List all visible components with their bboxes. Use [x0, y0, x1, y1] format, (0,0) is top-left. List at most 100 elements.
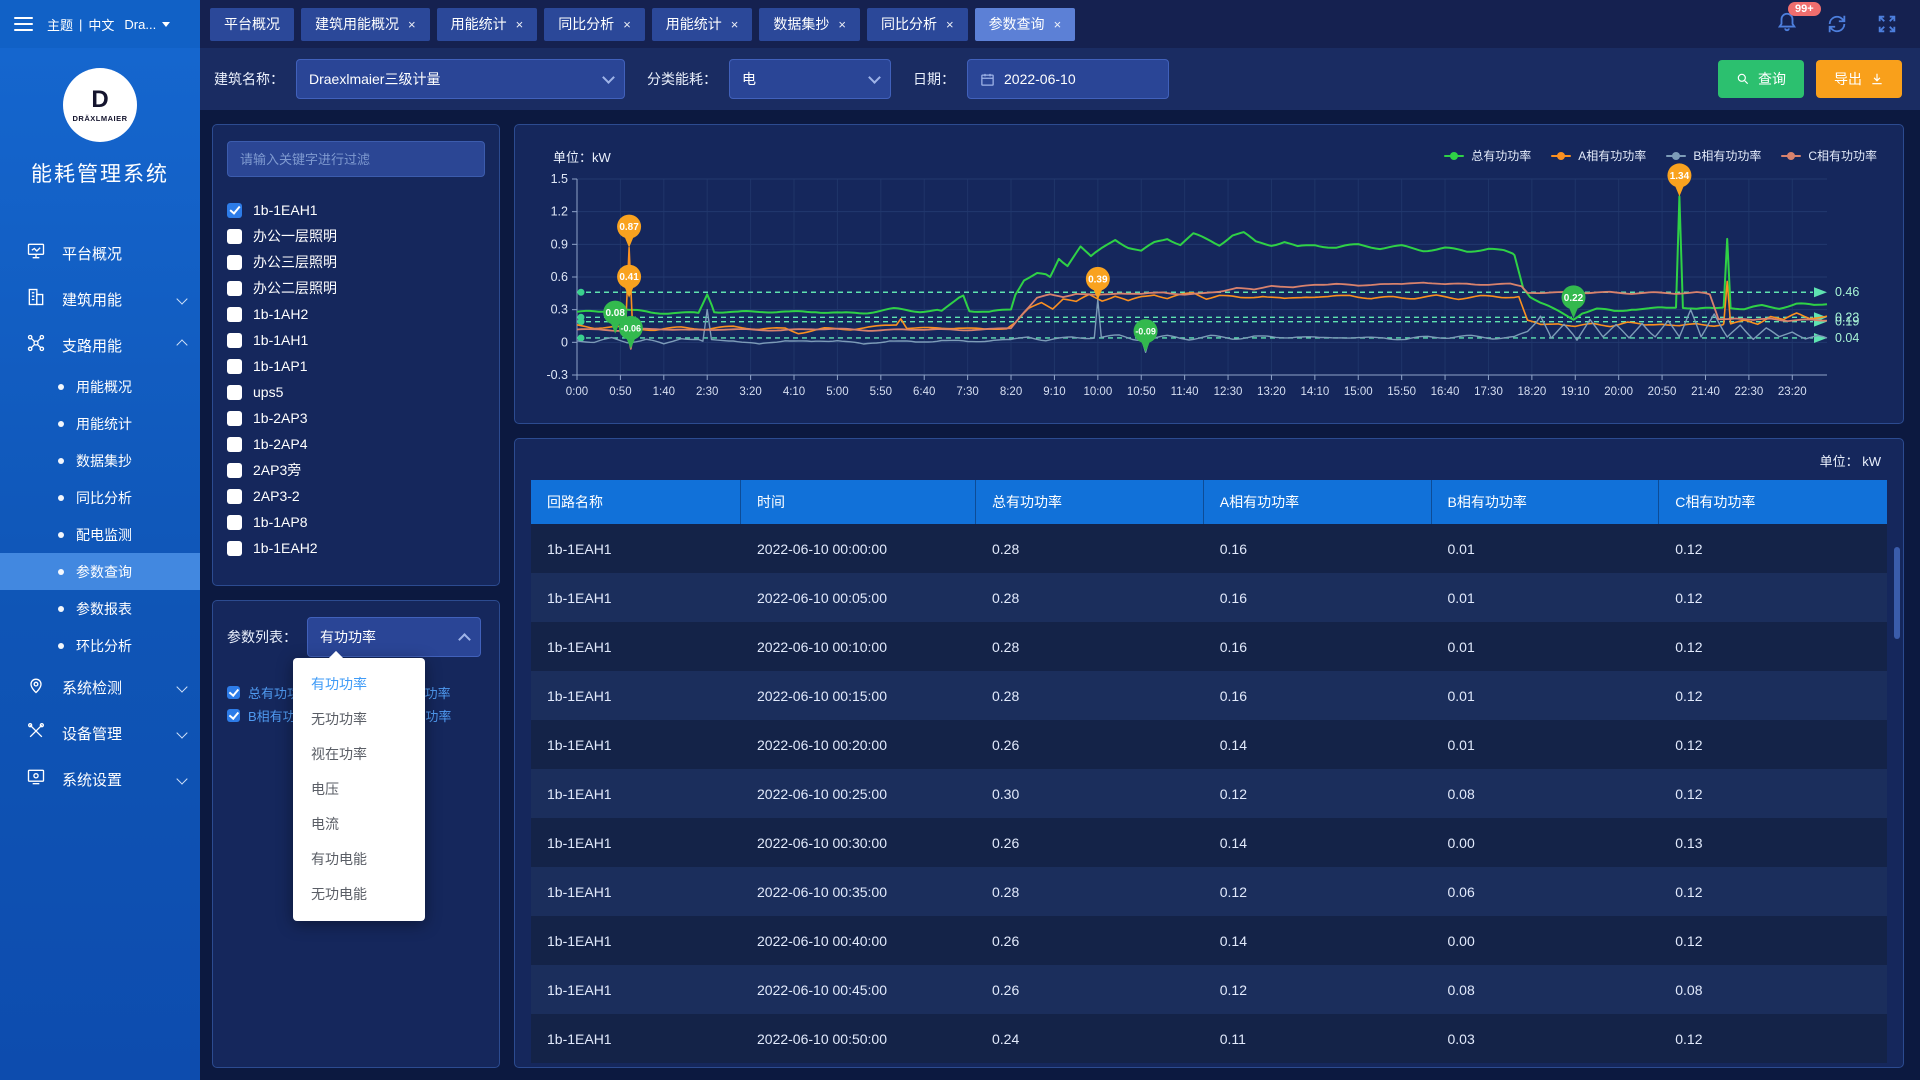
tab-item[interactable]: 数据集抄×: [759, 8, 860, 41]
power-line-chart[interactable]: 0:000:501:402:303:204:105:005:506:407:30…: [515, 125, 1903, 423]
tab-close-icon[interactable]: ×: [731, 18, 739, 31]
table-cell: 0.28: [976, 524, 1204, 573]
checkbox-unchecked[interactable]: [227, 229, 242, 244]
sidebar-item-4[interactable]: 设备管理: [0, 710, 200, 756]
checkbox-checked[interactable]: [227, 709, 240, 722]
circuit-list-item[interactable]: 1b-2AP3: [227, 405, 485, 431]
sidebar-subitem-数据集抄[interactable]: 数据集抄: [0, 442, 200, 479]
lang-label[interactable]: 中文: [88, 15, 114, 34]
legend-item[interactable]: 总有功功率: [1444, 147, 1531, 164]
sidebar-subitem-参数报表[interactable]: 参数报表: [0, 590, 200, 627]
table-row[interactable]: 1b-1EAH12022-06-10 00:50:000.240.110.030…: [531, 1014, 1887, 1063]
circuit-list-item[interactable]: 1b-1AH2: [227, 301, 485, 327]
tab-close-icon[interactable]: ×: [516, 18, 524, 31]
tab-item[interactable]: 同比分析×: [544, 8, 645, 41]
theme-language-switcher[interactable]: 主题 | 中文 Dra...: [47, 15, 170, 34]
submenu: 用能概况用能统计数据集抄同比分析配电监测参数查询参数报表环比分析: [0, 368, 200, 664]
sidebar-subitem-用能统计[interactable]: 用能统计: [0, 405, 200, 442]
tab-item[interactable]: 用能统计×: [437, 8, 538, 41]
date-input[interactable]: 2022-06-10: [967, 59, 1169, 99]
circuit-list-item[interactable]: 1b-2AP4: [227, 431, 485, 457]
table-scrollbar[interactable]: [1894, 547, 1900, 639]
tab-close-icon[interactable]: ×: [408, 18, 416, 31]
theme-label[interactable]: 主题: [47, 15, 73, 34]
sidebar-item-2[interactable]: 支路用能: [0, 322, 200, 368]
tab-close-icon[interactable]: ×: [623, 18, 631, 31]
building-select[interactable]: Draexlmaier三级计量: [296, 59, 625, 99]
legend-item[interactable]: C相有功功率: [1781, 147, 1877, 164]
dropdown-option[interactable]: 视在功率: [293, 737, 425, 772]
circuit-list-item[interactable]: 1b-1EAH2: [227, 535, 485, 561]
sidebar-subitem-参数查询[interactable]: 参数查询: [0, 553, 200, 590]
circuit-list-item[interactable]: 1b-1AH1: [227, 327, 485, 353]
dropdown-option[interactable]: 无功功率: [293, 702, 425, 737]
tab-item[interactable]: 平台概况: [210, 8, 294, 41]
checkbox-unchecked[interactable]: [227, 463, 242, 478]
tab-close-icon[interactable]: ×: [1054, 18, 1062, 31]
table-row[interactable]: 1b-1EAH12022-06-10 00:25:000.300.120.080…: [531, 769, 1887, 818]
checkbox-unchecked[interactable]: [227, 359, 242, 374]
checkbox-unchecked[interactable]: [227, 255, 242, 270]
query-button[interactable]: 查询: [1718, 60, 1804, 98]
circuit-list-item[interactable]: 1b-1AP1: [227, 353, 485, 379]
circuit-list-item[interactable]: ups5: [227, 379, 485, 405]
table-row[interactable]: 1b-1EAH12022-06-10 00:45:000.260.120.080…: [531, 965, 1887, 1014]
tab-close-icon[interactable]: ×: [946, 18, 954, 31]
circuit-list-item[interactable]: 办公二层照明: [227, 275, 485, 301]
dropdown-option[interactable]: 有功电能: [293, 842, 425, 877]
checkbox-unchecked[interactable]: [227, 541, 242, 556]
dropdown-option[interactable]: 有功功率: [293, 667, 425, 702]
dropdown-option[interactable]: 电流: [293, 807, 425, 842]
sidebar-subitem-环比分析[interactable]: 环比分析: [0, 627, 200, 664]
sidebar-subitem-配电监测[interactable]: 配电监测: [0, 516, 200, 553]
table-row[interactable]: 1b-1EAH12022-06-10 00:35:000.280.120.060…: [531, 867, 1887, 916]
dropdown-option[interactable]: 电压: [293, 772, 425, 807]
table-row[interactable]: 1b-1EAH12022-06-10 00:15:000.280.160.010…: [531, 671, 1887, 720]
checkbox-checked[interactable]: [227, 203, 242, 218]
checkbox-unchecked[interactable]: [227, 385, 242, 400]
checkbox-unchecked[interactable]: [227, 515, 242, 530]
tab-item[interactable]: 同比分析×: [867, 8, 968, 41]
dropdown-option[interactable]: 无功电能: [293, 877, 425, 912]
notifications-button[interactable]: 99+: [1776, 11, 1798, 38]
sidebar-item-0[interactable]: 平台概况: [0, 230, 200, 276]
checkbox-checked[interactable]: [227, 686, 240, 699]
circuit-list-item[interactable]: 1b-1AP8: [227, 509, 485, 535]
circuit-list-item[interactable]: 1b-1EAH1: [227, 197, 485, 223]
checkbox-unchecked[interactable]: [227, 489, 242, 504]
sidebar-item-1[interactable]: 建筑用能: [0, 276, 200, 322]
table-row[interactable]: 1b-1EAH12022-06-10 00:30:000.260.140.000…: [531, 818, 1887, 867]
table-row[interactable]: 1b-1EAH12022-06-10 00:05:000.280.160.010…: [531, 573, 1887, 622]
refresh-icon[interactable]: [1826, 13, 1848, 35]
sidebar-subitem-用能概况[interactable]: 用能概况: [0, 368, 200, 405]
table-row[interactable]: 1b-1EAH12022-06-10 00:20:000.260.140.010…: [531, 720, 1887, 769]
checkbox-unchecked[interactable]: [227, 411, 242, 426]
circuit-list-item[interactable]: 2AP3旁: [227, 457, 485, 483]
legend-item[interactable]: B相有功功率: [1666, 147, 1761, 164]
sidebar-item-5[interactable]: 系统设置: [0, 756, 200, 802]
fullscreen-icon[interactable]: [1876, 13, 1898, 35]
checkbox-unchecked[interactable]: [227, 437, 242, 452]
table-row[interactable]: 1b-1EAH12022-06-10 00:10:000.280.160.010…: [531, 622, 1887, 671]
table-row[interactable]: 1b-1EAH12022-06-10 00:00:000.280.160.010…: [531, 524, 1887, 573]
table-row[interactable]: 1b-1EAH12022-06-10 00:40:000.260.140.000…: [531, 916, 1887, 965]
tab-item[interactable]: 建筑用能概况×: [301, 8, 430, 41]
checkbox-unchecked[interactable]: [227, 333, 242, 348]
tab-close-icon[interactable]: ×: [838, 18, 846, 31]
sidebar-item-3[interactable]: 系统检测: [0, 664, 200, 710]
checkbox-unchecked[interactable]: [227, 281, 242, 296]
legend-item[interactable]: A相有功功率: [1551, 147, 1646, 164]
sidebar-subitem-同比分析[interactable]: 同比分析: [0, 479, 200, 516]
circuit-search-input[interactable]: [227, 141, 485, 177]
param-select[interactable]: 有功功率: [307, 617, 481, 657]
energy-select[interactable]: 电: [729, 59, 891, 99]
user-label[interactable]: Dra...: [124, 17, 156, 32]
export-button[interactable]: 导出: [1816, 60, 1902, 98]
circuit-list-item[interactable]: 2AP3-2: [227, 483, 485, 509]
checkbox-unchecked[interactable]: [227, 307, 242, 322]
hamburger-menu-icon[interactable]: [14, 13, 33, 35]
circuit-list-item[interactable]: 办公三层照明: [227, 249, 485, 275]
circuit-list-item[interactable]: 办公一层照明: [227, 223, 485, 249]
tab-item[interactable]: 参数查询×: [975, 8, 1076, 41]
tab-item[interactable]: 用能统计×: [652, 8, 753, 41]
